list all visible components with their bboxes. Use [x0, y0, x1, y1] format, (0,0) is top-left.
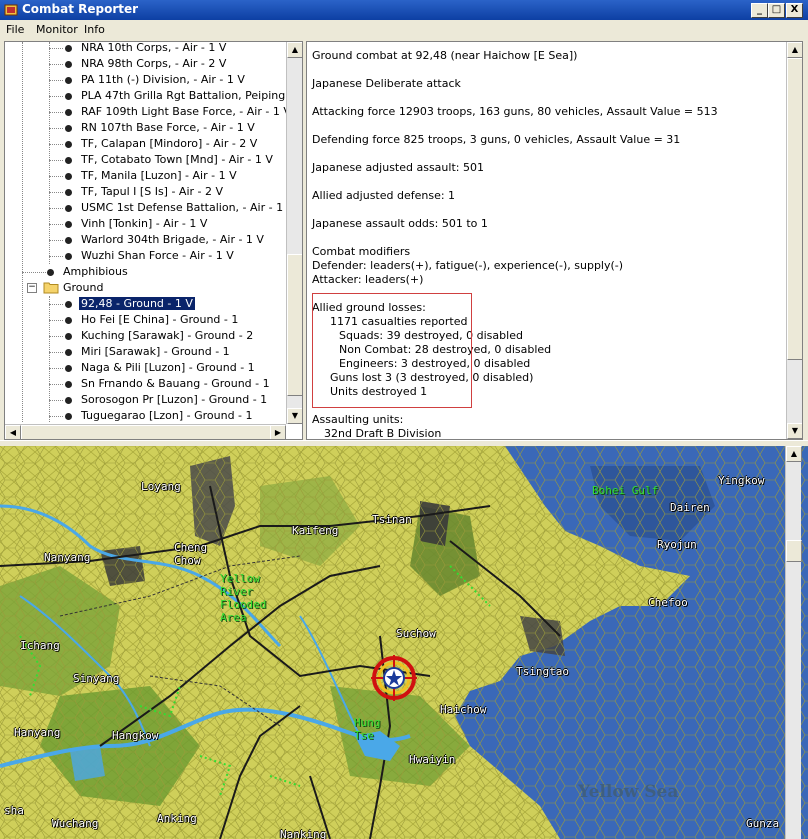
tree-item[interactable]: NRA 10th Corps, - Air - 1 V: [5, 42, 295, 56]
tree-item[interactable]: PLA 47th Grilla Rgt Battalion, Peiping […: [5, 88, 302, 104]
tree-node-amphibious[interactable]: Amphibious: [5, 264, 295, 280]
close-button[interactable]: X: [786, 3, 803, 18]
city-label: Nanyang: [44, 551, 91, 564]
hscroll-thumb[interactable]: [21, 425, 271, 439]
tree-item[interactable]: TF, Calapan [Mindoro] - Air - 2 V: [5, 136, 295, 152]
report-adjusted-assault: Japanese adjusted assault: 501: [312, 161, 484, 174]
city-label: sha: [4, 804, 24, 817]
city-label: Yingkow: [718, 474, 765, 487]
scroll-right-arrow-icon[interactable]: ▶: [270, 425, 286, 439]
window-title: Combat Reporter: [22, 2, 139, 16]
tree-item[interactable]: Sn Frnando & Bauang - Ground - 1: [5, 376, 295, 392]
city-label: Hangkow: [112, 729, 159, 742]
tree-item[interactable]: Vinh [Tonkin] - Air - 1 V: [5, 216, 295, 232]
scroll-left-arrow-icon[interactable]: ◀: [5, 425, 21, 439]
city-label: Wuchang: [52, 817, 99, 830]
city-label: Loyang: [141, 480, 181, 493]
tree-item[interactable]: TF, Manila [Luzon] - Air - 1 V: [5, 168, 295, 184]
hex-map[interactable]: Loyang Cheng Chow Kaifeng Tsinan Nanyang…: [0, 446, 808, 839]
region-label: Yellow River Flooded Area: [220, 572, 267, 624]
map-vertical-scrollbar[interactable]: ▲: [785, 446, 802, 839]
app-icon: [4, 4, 18, 16]
tree-item[interactable]: Miri [Sarawak] - Ground - 1: [5, 344, 295, 360]
region-label: Hung Tse: [354, 716, 381, 742]
menu-info[interactable]: Info: [84, 23, 105, 36]
city-label: Sinyang: [73, 672, 120, 685]
title-bar: Combat Reporter _ □ X: [0, 0, 808, 20]
scroll-thumb[interactable]: [786, 540, 802, 562]
scroll-down-arrow-icon[interactable]: ▼: [287, 408, 302, 424]
report-modifiers-defender: Defender: leaders(+), fatigue(-), experi…: [312, 259, 624, 272]
tree-item[interactable]: NRA 98th Corps, - Air - 2 V: [5, 56, 295, 72]
tree-item[interactable]: USMC 1st Defense Battalion, - Air - 1 V: [5, 200, 295, 216]
tree-item[interactable]: RN 107th Base Force, - Air - 1 V: [5, 120, 295, 136]
report-defending-force: Defending force 825 troops, 3 guns, 0 ve…: [312, 133, 681, 146]
maximize-button[interactable]: □: [768, 3, 785, 18]
folder-icon: [43, 282, 59, 294]
city-label: Kaifeng: [292, 524, 339, 537]
menu-monitor[interactable]: Monitor: [36, 23, 78, 36]
tree-item[interactable]: TF, Cotabato Town [Mnd] - Air - 1 V: [5, 152, 295, 168]
city-label: Tsinan: [372, 513, 412, 526]
city-label: Cheng Chow: [174, 541, 208, 567]
tree-horizontal-scrollbar[interactable]: ◀ ▶: [5, 424, 286, 439]
city-label: Tsingtao: [516, 665, 569, 678]
report-modifiers-title: Combat modifiers: [312, 245, 411, 258]
city-label: Gunza: [746, 817, 780, 830]
tree-item-selected[interactable]: 92,48 - Ground - 1 V: [5, 296, 295, 312]
city-label: Ryojun: [657, 538, 697, 551]
tree-item[interactable]: RAF 109th Light Base Force, - Air - 1 V: [5, 104, 295, 120]
combat-target-icon[interactable]: [371, 655, 417, 701]
tree-item[interactable]: Wuzhi Shan Force - Air - 1 V: [5, 248, 295, 264]
unit-tree-pane: NRA 10th Corps, - Air - 1 V NRA 98th Cor…: [4, 41, 303, 440]
report-assaulting-unit: 32nd Draft B Division: [324, 427, 442, 440]
tree-item[interactable]: Tuguegarao [Lzon] - Ground - 1: [5, 408, 295, 424]
losses-highlight-box: [312, 293, 472, 408]
scroll-up-arrow-icon[interactable]: ▲: [786, 446, 802, 462]
report-adjusted-defense: Allied adjusted defense: 1: [312, 189, 456, 202]
scroll-down-arrow-icon[interactable]: ▼: [787, 423, 802, 439]
city-label: Ichang: [20, 639, 60, 652]
city-label: Anking: [157, 812, 197, 825]
report-header: Ground combat at 92,48 (near Haichow [E …: [312, 49, 578, 62]
report-odds: Japanese assault odds: 501 to 1: [312, 217, 488, 230]
report-attack-type: Japanese Deliberate attack: [312, 77, 461, 90]
tree-item[interactable]: Naga & Pili [Luzon] - Ground - 1: [5, 360, 295, 376]
sea-label: Yellow Sea: [578, 782, 679, 802]
tree-node-ground[interactable]: − Ground: [5, 280, 295, 296]
tree-item[interactable]: TF, Tapul I [S Is] - Air - 2 V: [5, 184, 295, 200]
scroll-up-arrow-icon[interactable]: ▲: [287, 42, 302, 58]
city-label: Chefoo: [648, 596, 688, 609]
report-assaulting-title: Assaulting units:: [312, 413, 404, 426]
tree-item[interactable]: Ho Fei [E China] - Ground - 1: [5, 312, 295, 328]
city-label: Suchow: [396, 627, 436, 640]
scroll-thumb[interactable]: [787, 58, 802, 360]
minimize-button[interactable]: _: [751, 3, 768, 18]
city-label: Hwaiyin: [409, 753, 456, 766]
report-attacking-force: Attacking force 12903 troops, 163 guns, …: [312, 105, 718, 118]
city-label: Dairen: [670, 501, 710, 514]
report-vertical-scrollbar[interactable]: ▲ ▼: [786, 42, 802, 439]
scroll-thumb[interactable]: [287, 254, 302, 396]
report-modifiers-attacker: Attacker: leaders(+): [312, 273, 424, 286]
city-label: Nanking: [280, 828, 327, 839]
region-label: Bohei Gulf: [592, 484, 659, 497]
scroll-up-arrow-icon[interactable]: ▲: [787, 42, 802, 58]
tree-item[interactable]: PA 11th (-) Division, - Air - 1 V: [5, 72, 295, 88]
tree-vertical-scrollbar[interactable]: ▲ ▼: [286, 42, 302, 424]
tree-item[interactable]: Warlord 304th Brigade, - Air - 1 V: [5, 232, 295, 248]
city-label: Hanyang: [14, 726, 61, 739]
collapse-toggle-icon[interactable]: −: [27, 283, 37, 293]
city-label: Haichow: [440, 703, 487, 716]
tree-item[interactable]: Sorosogon Pr [Luzon] - Ground - 1: [5, 392, 295, 408]
tree-item[interactable]: Kuching [Sarawak] - Ground - 2: [5, 328, 295, 344]
menu-bar: File Monitor Info: [0, 20, 808, 39]
menu-file[interactable]: File: [6, 23, 24, 36]
